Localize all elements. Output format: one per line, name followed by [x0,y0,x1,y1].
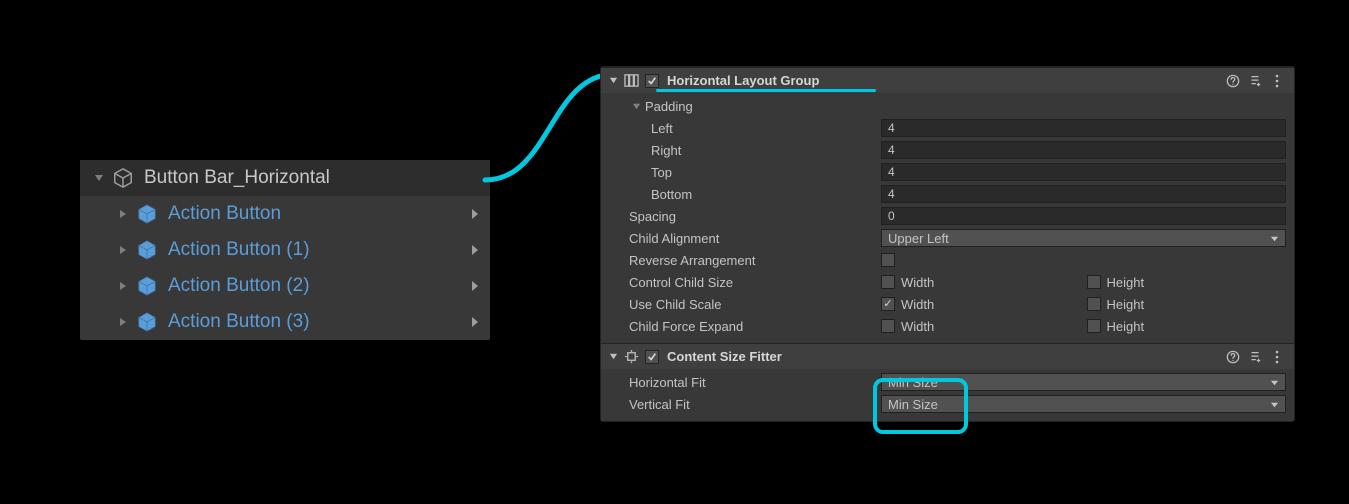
child-alignment-dropdown[interactable]: Upper Left [881,229,1286,247]
padding-left-label: Left [609,121,881,136]
help-icon[interactable] [1224,72,1242,90]
padding-bottom-label: Bottom [609,187,881,202]
padding-bottom-input[interactable] [881,185,1286,203]
help-icon[interactable] [1224,348,1242,366]
reverse-arrangement-label: Reverse Arrangement [609,253,881,268]
reverse-arrangement-checkbox[interactable] [881,253,895,267]
child-alignment-label: Child Alignment [609,231,881,246]
chevron-down-icon [1270,397,1279,412]
padding-top-input[interactable] [881,163,1286,181]
expand-toggle-icon[interactable] [116,243,130,257]
fold-toggle-icon[interactable] [607,76,619,85]
content-size-fitter-icon [623,349,639,365]
hierarchy-item-root[interactable]: Button Bar_Horizontal [80,160,490,196]
control-child-width-checkbox[interactable] [881,275,895,289]
horizontal-fit-dropdown[interactable]: Min Size [881,373,1286,391]
vertical-fit-label: Vertical Fit [609,397,881,412]
layout-group-body: Padding Left Right Top Bottom Spacing Ch… [601,93,1294,343]
component-title: Content Size Fitter [667,349,1220,364]
preset-icon[interactable] [1246,72,1264,90]
child-force-expand-label: Child Force Expand [609,319,881,334]
open-prefab-icon[interactable] [460,280,490,292]
child-force-expand-width-checkbox[interactable] [881,319,895,333]
content-size-fitter-body: Horizontal Fit Min Size Vertical Fit Min… [601,369,1294,421]
hierarchy-item-child[interactable]: Action Button (2) [80,268,490,304]
hierarchy-item-label: Button Bar_Horizontal [144,167,490,189]
height-label: Height [1107,319,1145,334]
fold-toggle-icon[interactable] [607,352,619,361]
component-enabled-checkbox[interactable] [645,74,659,88]
expand-toggle-icon[interactable] [116,315,130,329]
horizontal-fit-label: Horizontal Fit [609,375,881,390]
hierarchy-item-label: Action Button [168,203,460,225]
gameobject-icon [112,167,134,189]
use-child-scale-width-checkbox[interactable] [881,297,895,311]
padding-right-input[interactable] [881,141,1286,159]
layout-group-icon [623,73,639,89]
control-child-size-label: Control Child Size [609,275,881,290]
annotation-underline [656,89,876,92]
open-prefab-icon[interactable] [460,208,490,220]
open-prefab-icon[interactable] [460,316,490,328]
kebab-menu-icon[interactable] [1268,348,1286,366]
prefab-icon [136,239,158,261]
hierarchy-item-label: Action Button (3) [168,311,460,333]
annotation-connector [480,62,620,192]
width-label: Width [901,319,934,334]
preset-icon[interactable] [1246,348,1264,366]
padding-right-label: Right [609,143,881,158]
control-child-height-checkbox[interactable] [1087,275,1101,289]
chevron-down-icon [1270,375,1279,390]
hierarchy-item-child[interactable]: Action Button [80,196,490,232]
hierarchy-item-child[interactable]: Action Button (3) [80,304,490,340]
padding-header[interactable]: Padding [609,99,881,114]
open-prefab-icon[interactable] [460,244,490,256]
padding-left-input[interactable] [881,119,1286,137]
vertical-fit-dropdown[interactable]: Min Size [881,395,1286,413]
chevron-down-icon [1270,231,1279,246]
prefab-icon [136,311,158,333]
padding-top-label: Top [609,165,881,180]
hierarchy-panel: Button Bar_Horizontal Action Button Acti… [80,160,490,340]
component-enabled-checkbox[interactable] [645,350,659,364]
hierarchy-item-label: Action Button (2) [168,275,460,297]
component-title: Horizontal Layout Group [667,73,1220,88]
width-label: Width [901,275,934,290]
child-force-expand-height-checkbox[interactable] [1087,319,1101,333]
kebab-menu-icon[interactable] [1268,72,1286,90]
inspector-panel: Horizontal Layout Group Padding Left Rig… [600,66,1295,422]
expand-toggle-icon[interactable] [92,171,106,185]
spacing-input[interactable] [881,207,1286,225]
use-child-scale-label: Use Child Scale [609,297,881,312]
hierarchy-item-child[interactable]: Action Button (1) [80,232,490,268]
use-child-scale-height-checkbox[interactable] [1087,297,1101,311]
height-label: Height [1107,297,1145,312]
hierarchy-item-label: Action Button (1) [168,239,460,261]
expand-toggle-icon[interactable] [116,279,130,293]
prefab-icon [136,275,158,297]
fold-toggle-icon[interactable] [629,102,643,111]
spacing-label: Spacing [609,209,881,224]
width-label: Width [901,297,934,312]
component-header-content-size-fitter[interactable]: Content Size Fitter [601,343,1294,369]
height-label: Height [1107,275,1145,290]
prefab-icon [136,203,158,225]
expand-toggle-icon[interactable] [116,207,130,221]
